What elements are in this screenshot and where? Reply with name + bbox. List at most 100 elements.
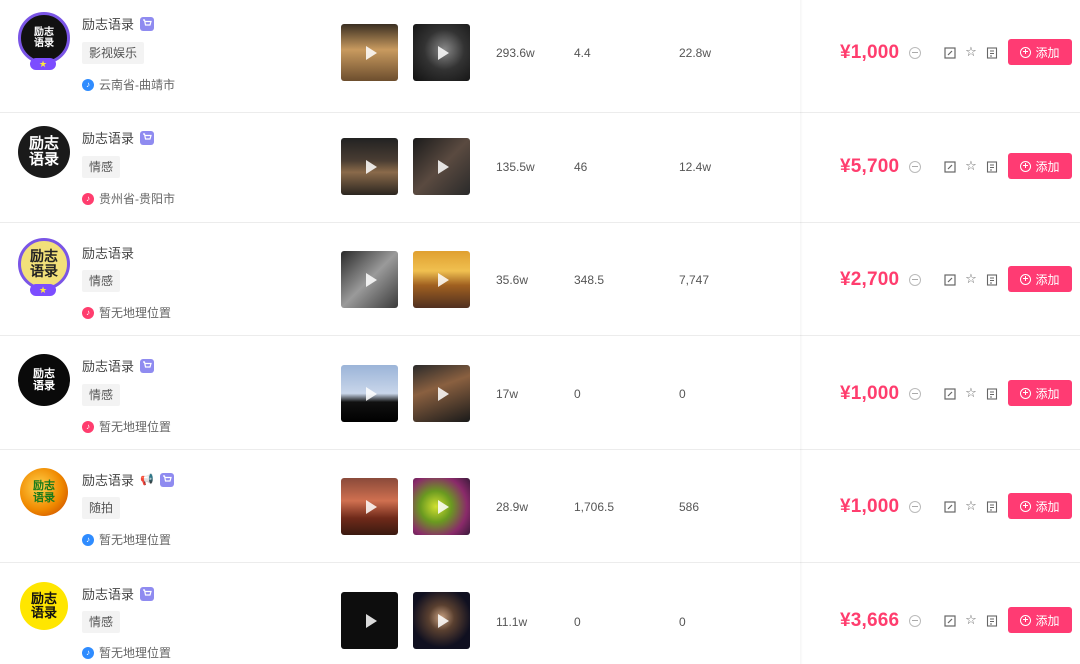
location: ♪ 暂无地理位置 xyxy=(82,644,171,661)
star-icon[interactable]: ☆ xyxy=(964,385,978,400)
avatar[interactable]: 励志 语录 xyxy=(18,238,70,290)
creator-name[interactable]: 励志语录 xyxy=(82,243,134,262)
avatar-badge: ★ xyxy=(30,284,56,296)
video-thumbnail[interactable] xyxy=(413,251,470,308)
video-thumbnail[interactable] xyxy=(413,138,470,195)
minus-circle-icon[interactable] xyxy=(909,501,921,513)
play-icon xyxy=(437,613,449,628)
video-thumbnail[interactable] xyxy=(341,24,398,81)
location: ♪ 暂无地理位置 xyxy=(82,304,171,321)
stat-metric: 1,706.5 xyxy=(574,500,615,514)
minus-circle-icon[interactable] xyxy=(909,161,921,173)
contract-icon[interactable] xyxy=(985,614,999,628)
video-thumbnail[interactable] xyxy=(341,478,398,535)
plus-circle-icon xyxy=(1020,387,1032,399)
video-thumbnail[interactable] xyxy=(413,24,470,81)
creator-name[interactable]: 励志语录 xyxy=(82,470,134,489)
minus-circle-icon[interactable] xyxy=(909,388,921,400)
xiaohongshu-icon: ♪ xyxy=(82,420,94,433)
play-icon xyxy=(365,159,377,174)
video-thumbnail[interactable] xyxy=(341,138,398,195)
video-thumbnail[interactable] xyxy=(341,592,398,649)
add-button-label: 添加 xyxy=(1035,159,1060,174)
add-button[interactable]: 添加 xyxy=(1008,266,1072,292)
category-tag: 随拍 xyxy=(82,497,121,519)
creator-name[interactable]: 励志语录 xyxy=(82,584,134,603)
edit-icon[interactable] xyxy=(943,273,957,287)
video-thumbnail[interactable] xyxy=(413,592,470,649)
add-button[interactable]: 添加 xyxy=(1008,380,1072,406)
price: ¥1,000 xyxy=(840,42,900,63)
contract-icon[interactable] xyxy=(985,500,999,514)
edit-icon[interactable] xyxy=(943,387,957,401)
stat-likes: 12.4w xyxy=(679,160,712,174)
edit-icon[interactable] xyxy=(943,160,957,174)
add-button-label: 添加 xyxy=(1035,499,1060,514)
stat-likes: 586 xyxy=(679,500,700,514)
creator-name-line: 励志语录 xyxy=(82,14,155,33)
video-thumbnail[interactable] xyxy=(341,251,398,308)
star-icon[interactable]: ☆ xyxy=(964,612,978,627)
add-button-label: 添加 xyxy=(1035,45,1060,60)
play-icon xyxy=(365,499,377,514)
price: ¥1,000 xyxy=(840,383,900,404)
plus-circle-icon xyxy=(1020,614,1032,626)
creator-name[interactable]: 励志语录 xyxy=(82,356,134,375)
star-icon[interactable]: ☆ xyxy=(964,44,978,59)
plus-circle-icon xyxy=(1020,500,1032,512)
price: ¥2,700 xyxy=(840,269,900,290)
contract-icon[interactable] xyxy=(985,387,999,401)
minus-circle-icon[interactable] xyxy=(909,274,921,286)
add-button[interactable]: 添加 xyxy=(1008,607,1072,633)
edit-icon[interactable] xyxy=(943,46,957,60)
table-row: 励志 语录 ★ 励志语录 影视娱乐 ♪ 云南省-曲靖市 293.6w 4.4 22… xyxy=(0,0,1080,113)
avatar[interactable]: 励志 语录 xyxy=(18,126,70,178)
add-button-label: 添加 xyxy=(1035,613,1060,628)
table-row: 励志 语录 励志语录 📢 随拍 ♪ 暂无地理位置 28.9w 1,706.5 58… xyxy=(0,450,1080,563)
stat-likes: 22.8w xyxy=(679,46,712,60)
stat-followers: 135.5w xyxy=(496,160,535,174)
location-text: 暂无地理位置 xyxy=(99,306,172,320)
avatar[interactable]: 励志 语录 xyxy=(18,12,70,64)
contract-icon[interactable] xyxy=(985,160,999,174)
creator-name[interactable]: 励志语录 xyxy=(82,128,134,147)
plus-circle-icon xyxy=(1020,160,1032,172)
edit-icon[interactable] xyxy=(943,500,957,514)
douyin-icon: ♪ xyxy=(82,78,94,91)
video-thumbnail[interactable] xyxy=(341,365,398,422)
play-icon xyxy=(437,159,449,174)
location-text: 暂无地理位置 xyxy=(99,533,172,547)
add-button[interactable]: 添加 xyxy=(1008,493,1072,519)
creator-name[interactable]: 励志语录 xyxy=(82,14,134,33)
avatar-badge: ★ xyxy=(30,58,56,70)
location-text: 贵州省-贵阳市 xyxy=(99,192,175,206)
column-divider-shadow xyxy=(800,0,803,664)
stat-likes: 0 xyxy=(679,387,686,401)
add-button-label: 添加 xyxy=(1035,386,1060,401)
video-thumbnail[interactable] xyxy=(413,365,470,422)
contract-icon[interactable] xyxy=(985,273,999,287)
star-icon[interactable]: ☆ xyxy=(964,158,978,173)
shop-cart-icon xyxy=(140,586,155,601)
xiaohongshu-icon: ♪ xyxy=(82,192,94,205)
edit-icon[interactable] xyxy=(943,614,957,628)
add-button[interactable]: 添加 xyxy=(1008,153,1072,179)
creator-name-line: 励志语录 xyxy=(82,128,155,147)
minus-circle-icon[interactable] xyxy=(909,47,921,59)
stat-followers: 11.1w xyxy=(496,615,528,629)
avatar[interactable]: 励志 语录 xyxy=(20,468,68,516)
category-tag: 情感 xyxy=(82,156,121,178)
avatar[interactable]: 励志 语录 xyxy=(20,582,68,630)
star-icon[interactable]: ☆ xyxy=(964,271,978,286)
table-row: 励志 语录 励志语录 情感 ♪ 贵州省-贵阳市 135.5w 46 12.4w ¥… xyxy=(0,110,1080,223)
category-tag: 情感 xyxy=(82,384,121,406)
minus-circle-icon[interactable] xyxy=(909,615,921,627)
douyin-icon: ♪ xyxy=(82,533,94,546)
star-icon[interactable]: ☆ xyxy=(964,498,978,513)
video-thumbnail[interactable] xyxy=(413,478,470,535)
play-icon xyxy=(437,272,449,287)
contract-icon[interactable] xyxy=(985,46,999,60)
stat-metric: 46 xyxy=(574,160,588,174)
avatar[interactable]: 励志 语录 xyxy=(18,354,70,406)
add-button[interactable]: 添加 xyxy=(1008,39,1072,65)
